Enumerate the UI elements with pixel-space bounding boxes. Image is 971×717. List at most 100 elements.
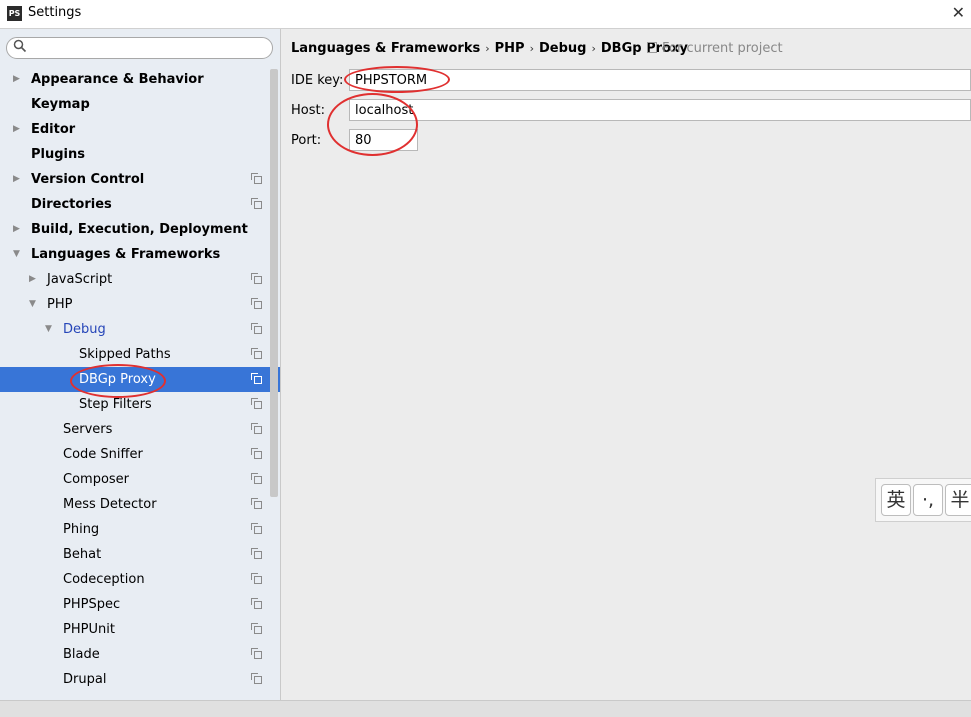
sidebar-item-phpunit[interactable]: PHPUnit	[0, 617, 280, 642]
sidebar-item-label: Debug	[63, 322, 106, 337]
host-label: Host:	[291, 103, 325, 118]
project-settings-icon	[251, 648, 262, 659]
breadcrumb-item: PHP	[494, 41, 525, 56]
expand-arrow-down-icon[interactable]: ▼	[29, 292, 39, 317]
phpstorm-app-icon: PS	[7, 6, 22, 21]
expand-arrow-right-icon[interactable]: ▶	[29, 267, 39, 292]
sidebar-item-label: Plugins	[31, 147, 85, 162]
project-settings-icon	[251, 373, 262, 384]
project-settings-icon	[251, 198, 262, 209]
annotation-oval-dbgp-proxy	[70, 364, 166, 398]
sidebar-item-build-execution-deployment[interactable]: ▶ Build, Execution, Deployment	[0, 217, 280, 242]
sidebar-item-label: Composer	[63, 472, 130, 487]
sidebar-item-label: Servers	[63, 422, 113, 437]
breadcrumb-separator: ›	[591, 42, 596, 55]
sidebar-item-label: Drupal	[63, 672, 107, 687]
title-bar: PS Settings ✕	[0, 0, 971, 29]
annotation-oval-host-port	[327, 93, 418, 156]
project-settings-icon	[251, 548, 262, 559]
sidebar-item-label: PHPUnit	[63, 622, 115, 637]
expand-arrow-right-icon[interactable]: ▶	[13, 117, 23, 142]
project-settings-icon	[251, 323, 262, 334]
settings-search-input[interactable]	[6, 37, 273, 59]
ime-toolbar: 英 ·, 半	[875, 478, 971, 522]
breadcrumb-item: Languages & Frameworks	[291, 41, 481, 56]
window-title: Settings	[28, 5, 82, 20]
project-settings-icon	[251, 398, 262, 409]
project-scope-icon	[647, 42, 657, 53]
project-settings-icon	[251, 273, 262, 284]
sidebar-item-label: Editor	[31, 122, 76, 137]
project-settings-icon	[251, 348, 262, 359]
sidebar-item-label: Directories	[31, 197, 112, 212]
sidebar-item-label: Code Sniffer	[63, 447, 143, 462]
sidebar-item-languages-frameworks[interactable]: ▼ Languages & Frameworks	[0, 242, 280, 267]
sidebar-item-phpspec[interactable]: PHPSpec	[0, 592, 280, 617]
expand-arrow-right-icon[interactable]: ▶	[13, 167, 23, 192]
host-input[interactable]: localhost	[349, 99, 971, 121]
sidebar-item-javascript[interactable]: ▶ JavaScript	[0, 267, 280, 292]
annotation-oval-ide-key	[344, 66, 450, 93]
sidebar-item-label: Phing	[63, 522, 100, 537]
sidebar-item-servers[interactable]: Servers	[0, 417, 280, 442]
sidebar-item-version-control[interactable]: ▶ Version Control	[0, 167, 280, 192]
sidebar-item-directories[interactable]: Directories	[0, 192, 280, 217]
breadcrumb-item: Debug	[538, 41, 587, 56]
project-settings-icon	[251, 598, 262, 609]
sidebar-item-label: Mess Detector	[63, 497, 157, 512]
sidebar-item-label: Languages & Frameworks	[31, 247, 221, 262]
project-settings-icon	[251, 473, 262, 484]
project-scope-note: For current project	[647, 41, 783, 56]
sidebar-item-label: JavaScript	[47, 272, 113, 287]
sidebar-scrollbar[interactable]	[270, 69, 278, 497]
bottom-bar	[0, 700, 971, 717]
expand-arrow-down-icon[interactable]: ▼	[45, 317, 55, 342]
sidebar-item-plugins[interactable]: Plugins	[0, 142, 280, 167]
sidebar-item-codeception[interactable]: Codeception	[0, 567, 280, 592]
project-scope-text: For current project	[662, 41, 783, 56]
project-settings-icon	[251, 673, 262, 684]
ide-key-label: IDE key:	[291, 73, 344, 88]
ime-punctuation-key[interactable]: ·,	[913, 484, 943, 516]
sidebar-item-code-sniffer[interactable]: Code Sniffer	[0, 442, 280, 467]
port-label: Port:	[291, 133, 322, 148]
sidebar-item-label: Version Control	[31, 172, 145, 187]
sidebar-item-label: Keymap	[31, 97, 90, 112]
sidebar-item-phing[interactable]: Phing	[0, 517, 280, 542]
sidebar-item-label: PHPSpec	[63, 597, 121, 612]
sidebar-item-blade[interactable]: Blade	[0, 642, 280, 667]
project-settings-icon	[251, 448, 262, 459]
project-settings-icon	[251, 523, 262, 534]
sidebar-item-label: Behat	[63, 547, 102, 562]
sidebar-item-drupal[interactable]: Drupal	[0, 667, 280, 692]
sidebar-item-label: PHP	[47, 297, 73, 312]
sidebar-item-label: Build, Execution, Deployment	[31, 222, 248, 237]
sidebar-item-appearance-behavior[interactable]: ▶ Appearance & Behavior	[0, 67, 280, 92]
project-settings-icon	[251, 573, 262, 584]
ime-english-key[interactable]: 英	[881, 484, 911, 516]
sidebar-item-debug[interactable]: ▼ Debug	[0, 317, 280, 342]
sidebar-item-composer[interactable]: Composer	[0, 467, 280, 492]
sidebar-item-php[interactable]: ▼ PHP	[0, 292, 280, 317]
close-icon[interactable]: ✕	[952, 3, 965, 22]
sidebar-item-label: Appearance & Behavior	[31, 72, 204, 87]
sidebar-item-editor[interactable]: ▶ Editor	[0, 117, 280, 142]
sidebar-item-label: Blade	[63, 647, 100, 662]
project-settings-icon	[251, 623, 262, 634]
project-settings-icon	[251, 298, 262, 309]
sidebar-item-label: Codeception	[63, 572, 145, 587]
expand-arrow-right-icon[interactable]: ▶	[13, 217, 23, 242]
search-icon	[13, 39, 27, 53]
expand-arrow-right-icon[interactable]: ▶	[13, 67, 23, 92]
sidebar-item-mess-detector[interactable]: Mess Detector	[0, 492, 280, 517]
sidebar-item-keymap[interactable]: Keymap	[0, 92, 280, 117]
breadcrumb: Languages & Frameworks › PHP › Debug › DBGp Pr…	[291, 41, 688, 56]
breadcrumb-separator: ›	[529, 42, 534, 55]
sidebar-item-behat[interactable]: Behat	[0, 542, 280, 567]
sidebar-item-skipped-paths[interactable]: Skipped Paths	[0, 342, 280, 367]
expand-arrow-down-icon[interactable]: ▼	[13, 242, 23, 267]
project-settings-icon	[251, 173, 262, 184]
breadcrumb-separator: ›	[485, 42, 490, 55]
ime-halfwidth-key[interactable]: 半	[945, 484, 971, 516]
project-settings-icon	[251, 498, 262, 509]
